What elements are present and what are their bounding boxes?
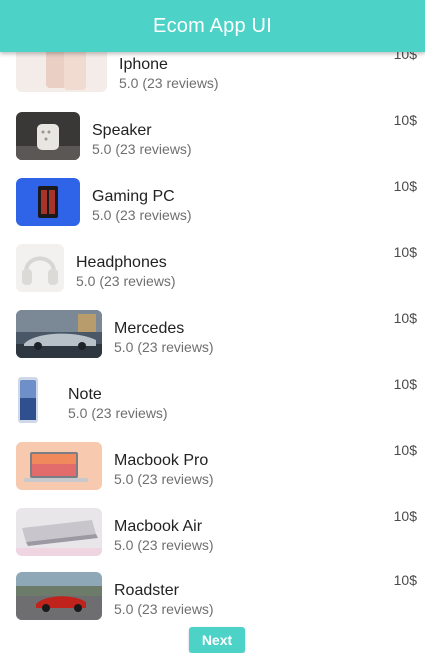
product-rating: 5.0 (23 reviews) xyxy=(68,405,168,421)
product-price: 10$ xyxy=(393,310,417,326)
product-name: Note xyxy=(68,386,102,403)
macbook-air-thumbnail xyxy=(16,508,102,556)
mercedes-thumbnail xyxy=(16,310,102,358)
headphones-thumbnail xyxy=(16,244,64,292)
product-rating: 5.0 (23 reviews) xyxy=(114,339,214,355)
product-price: 10$ xyxy=(393,442,417,458)
app-bar: Ecom App UI xyxy=(0,0,425,52)
product-list: Iphone 5.0 (23 reviews) 10$ Speaker 5.0 … xyxy=(0,0,425,653)
gaming-pc-thumbnail xyxy=(16,178,80,226)
product-item-mercedes[interactable]: Mercedes 5.0 (23 reviews) 10$ xyxy=(0,300,425,366)
product-rating: 5.0 (23 reviews) xyxy=(92,207,192,223)
product-item-speaker[interactable]: Speaker 5.0 (23 reviews) 10$ xyxy=(0,102,425,168)
product-name: Macbook Air xyxy=(114,518,203,535)
product-rating: 5.0 (23 reviews) xyxy=(114,601,214,617)
product-rating: 5.0 (23 reviews) xyxy=(114,537,214,553)
product-name: Macbook Pro xyxy=(114,452,209,469)
product-item-headphones[interactable]: Headphones 5.0 (23 reviews) 10$ xyxy=(0,234,425,300)
product-price: 10$ xyxy=(393,376,417,392)
speaker-thumbnail xyxy=(16,112,80,160)
product-name: Speaker xyxy=(92,122,152,139)
product-price: 10$ xyxy=(393,244,417,260)
product-item-note[interactable]: Note 5.0 (23 reviews) 10$ xyxy=(0,366,425,432)
product-item-macbook-air[interactable]: Macbook Air 5.0 (23 reviews) 10$ xyxy=(0,498,425,564)
product-name: Roadster xyxy=(114,582,179,599)
product-name: Gaming PC xyxy=(92,188,175,205)
product-name: Iphone xyxy=(119,56,168,73)
product-rating: 5.0 (23 reviews) xyxy=(92,141,192,157)
roadster-thumbnail xyxy=(16,572,102,620)
product-price: 10$ xyxy=(393,508,417,524)
product-rating: 5.0 (23 reviews) xyxy=(119,75,219,91)
product-price: 10$ xyxy=(393,572,417,588)
product-item-gaming-pc[interactable]: Gaming PC 5.0 (23 reviews) 10$ xyxy=(0,168,425,234)
product-rating: 5.0 (23 reviews) xyxy=(114,471,214,487)
product-rating: 5.0 (23 reviews) xyxy=(76,273,176,289)
product-price: 10$ xyxy=(393,112,417,128)
macbook-pro-thumbnail xyxy=(16,442,102,490)
product-item-roadster[interactable]: Roadster 5.0 (23 reviews) 10$ xyxy=(0,562,425,628)
product-name: Mercedes xyxy=(114,320,185,337)
note-thumbnail xyxy=(16,376,40,424)
product-price: 10$ xyxy=(393,178,417,194)
next-button[interactable]: Next xyxy=(189,627,245,653)
product-name: Headphones xyxy=(76,254,167,271)
product-item-macbook-pro[interactable]: Macbook Pro 5.0 (23 reviews) 10$ xyxy=(0,432,425,498)
app-title: Ecom App UI xyxy=(153,14,272,37)
